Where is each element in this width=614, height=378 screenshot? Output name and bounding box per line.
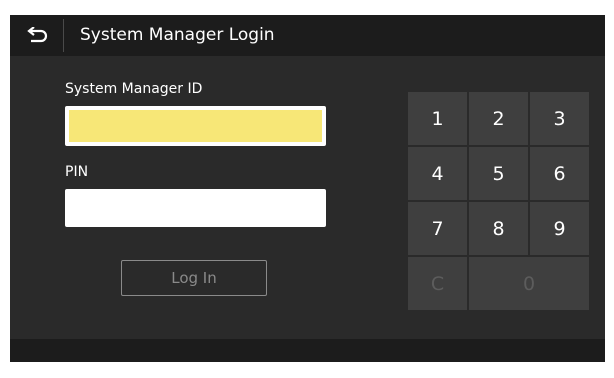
- system-manager-id-value: [69, 110, 322, 142]
- key-3[interactable]: 3: [530, 92, 589, 145]
- key-9[interactable]: 9: [530, 202, 589, 255]
- key-4[interactable]: 4: [408, 147, 467, 200]
- login-screen: System Manager Login System Manager ID P…: [10, 15, 605, 362]
- key-clear[interactable]: C: [408, 257, 467, 310]
- header-divider: [63, 19, 64, 52]
- key-0[interactable]: 0: [469, 257, 589, 310]
- log-in-button[interactable]: Log In: [121, 260, 267, 296]
- key-7[interactable]: 7: [408, 202, 467, 255]
- numeric-keypad: 1 2 3 4 5 6 7 8 9 C 0: [408, 92, 590, 313]
- key-2[interactable]: 2: [469, 92, 528, 145]
- return-arrow-icon: [26, 26, 47, 42]
- system-manager-id-label: System Manager ID: [65, 81, 203, 97]
- key-5[interactable]: 5: [469, 147, 528, 200]
- page-title: System Manager Login: [80, 25, 275, 45]
- key-6[interactable]: 6: [530, 147, 589, 200]
- header-bar: System Manager Login: [10, 15, 605, 56]
- key-8[interactable]: 8: [469, 202, 528, 255]
- back-button[interactable]: [10, 15, 63, 56]
- pin-label: PIN: [65, 164, 89, 180]
- pin-field[interactable]: [65, 189, 326, 227]
- key-1[interactable]: 1: [408, 92, 467, 145]
- footer-bar: [10, 339, 605, 362]
- system-manager-id-field[interactable]: [65, 106, 326, 146]
